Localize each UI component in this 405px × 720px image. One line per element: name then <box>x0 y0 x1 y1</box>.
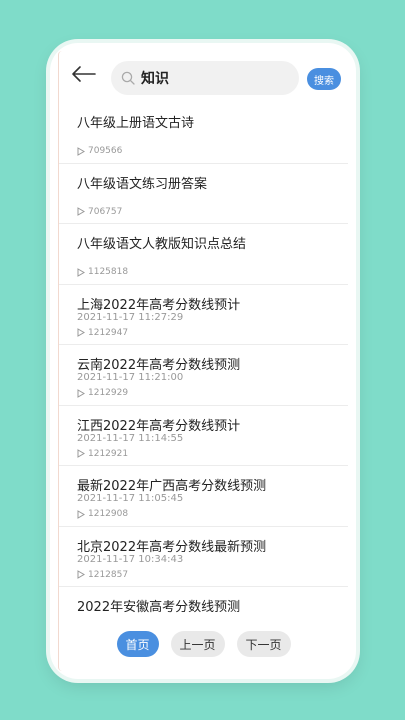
play-icon <box>77 570 85 579</box>
play-icon <box>77 207 85 216</box>
list-item[interactable]: 云南2022年高考分数线预测 2021-11-17 11:21:00 12129… <box>59 345 348 406</box>
search-icon <box>121 71 135 85</box>
search-input[interactable] <box>141 70 281 86</box>
back-button[interactable] <box>71 65 97 83</box>
view-count: 1212857 <box>88 569 129 580</box>
item-date: 2021-11-17 11:05:45 <box>77 493 184 504</box>
item-title: 最新2022年广西高考分数线预测 <box>77 479 267 494</box>
item-date: 2021-11-17 11:21:00 <box>77 372 184 383</box>
search-button[interactable]: 搜索 <box>307 68 341 90</box>
item-date: 2021-11-17 10:34:43 <box>77 553 184 565</box>
pagination: 首页 上一页 下一页 <box>59 631 348 659</box>
play-icon <box>77 509 85 519</box>
item-date: 2021-11-17 11:27:29 <box>77 311 184 323</box>
item-date: 2021-11-17 11:14:55 <box>77 432 184 444</box>
prev-page-button[interactable]: 上一页 <box>170 631 225 657</box>
play-icon <box>77 267 85 277</box>
list-item[interactable]: 江西2022年高考分数线预计 2021-11-17 11:14:55 12129… <box>59 406 348 466</box>
item-title: 八年级语文练习册答案 <box>77 176 208 192</box>
view-count: 1212921 <box>88 448 129 459</box>
view-count: 1212929 <box>88 388 129 398</box>
item-views: 709566 <box>77 146 122 156</box>
view-count: 1212947 <box>88 327 129 338</box>
item-title: 云南2022年高考分数线预测 <box>77 358 241 373</box>
phone-frame: 搜索 八年级上册语文古诗 709566 八年级语文练习册答案 706757 八年… <box>50 43 356 679</box>
list-item[interactable]: 八年级上册语文古诗 709566 <box>59 103 348 164</box>
view-count: 1125818 <box>88 267 129 277</box>
item-views: 1212908 <box>77 509 128 519</box>
arrow-left-icon <box>72 66 96 82</box>
list-item[interactable]: 上海2022年高考分数线预计 2021-11-17 11:27:29 12129… <box>59 285 348 345</box>
item-title: 八年级语文人教版知识点总结 <box>77 237 247 252</box>
top-bar: 搜索 <box>59 51 348 97</box>
list-item[interactable]: 最新2022年广西高考分数线预测 2021-11-17 11:05:45 121… <box>59 466 348 527</box>
view-count: 706757 <box>88 206 123 217</box>
play-icon <box>77 388 85 398</box>
item-views: 1212921 <box>77 449 128 459</box>
item-title: 上海2022年高考分数线预计 <box>77 297 241 313</box>
item-views: 1212947 <box>77 328 128 338</box>
list-item[interactable]: 八年级语文人教版知识点总结 1125818 <box>59 224 348 285</box>
play-icon <box>77 449 85 458</box>
list-item[interactable]: 北京2022年高考分数线最新预测 2021-11-17 10:34:43 121… <box>59 527 348 587</box>
item-title: 北京2022年高考分数线最新预测 <box>77 539 267 555</box>
play-icon <box>77 146 85 156</box>
play-icon <box>77 328 85 337</box>
view-count: 1212908 <box>88 509 129 519</box>
app-screen: 搜索 八年级上册语文古诗 709566 八年级语文练习册答案 706757 八年… <box>58 51 348 671</box>
item-views: 1125818 <box>77 267 128 277</box>
list-item[interactable]: 八年级语文练习册答案 706757 <box>59 164 348 224</box>
item-title: 2022年安徽高考分数线预测 <box>77 600 241 613</box>
list-item[interactable]: 2022年安徽高考分数线预测 <box>59 587 348 613</box>
item-views: 706757 <box>77 207 122 217</box>
result-list: 八年级上册语文古诗 709566 八年级语文练习册答案 706757 八年级语文… <box>59 103 348 613</box>
item-title: 八年级上册语文古诗 <box>77 116 195 131</box>
next-page-button[interactable]: 下一页 <box>236 631 291 657</box>
first-page-button[interactable]: 首页 <box>116 631 159 657</box>
view-count: 709566 <box>88 146 123 156</box>
item-views: 1212929 <box>77 388 128 398</box>
item-title: 江西2022年高考分数线预计 <box>77 418 241 434</box>
search-box[interactable] <box>111 61 299 95</box>
item-views: 1212857 <box>77 570 128 580</box>
